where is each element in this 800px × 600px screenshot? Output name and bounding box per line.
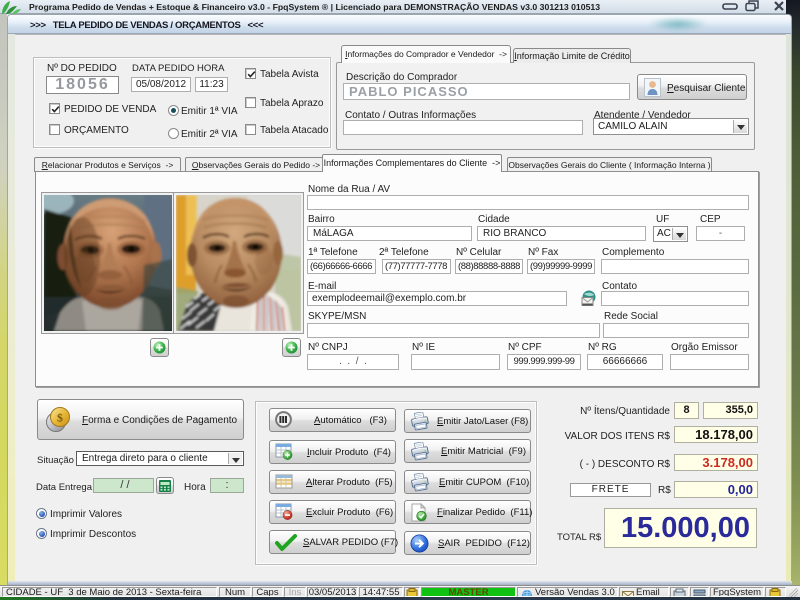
svg-text:$: $ (57, 411, 63, 425)
